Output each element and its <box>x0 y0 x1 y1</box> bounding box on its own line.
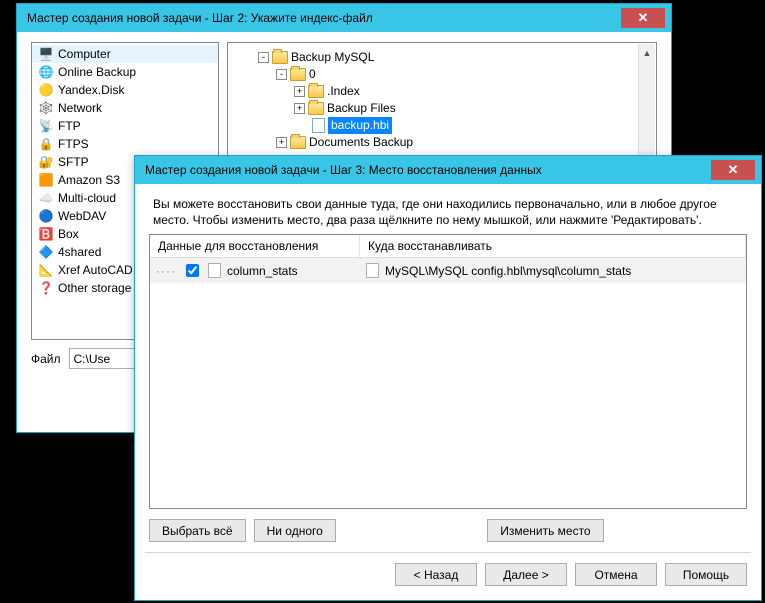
storage-item-yandex-disk[interactable]: 🟡 Yandex.Disk <box>32 81 218 99</box>
storage-label: Network <box>58 101 102 115</box>
tree-label-selected: backup.hbi <box>328 117 392 134</box>
storage-label: Amazon S3 <box>58 173 120 187</box>
storage-label: FTPS <box>58 137 89 151</box>
s3-icon: 🟧 <box>38 172 54 188</box>
cancel-button[interactable]: Отмена <box>575 563 657 586</box>
step2-title: Мастер создания новой задачи - Шаг 2: Ук… <box>27 11 621 25</box>
storage-item-online-backup[interactable]: 🌐 Online Backup <box>32 63 218 81</box>
tree-label: 0 <box>309 66 316 83</box>
expand-toggle-icon[interactable]: + <box>276 137 287 148</box>
row-name: column_stats <box>227 264 298 278</box>
storage-label: FTP <box>58 119 81 133</box>
folder-icon <box>290 136 306 149</box>
storage-item-network[interactable]: 🕸️ Network <box>32 99 218 117</box>
online-backup-icon: 🌐 <box>38 64 54 80</box>
4shared-icon: 🔷 <box>38 244 54 260</box>
close-icon[interactable]: ✕ <box>711 160 755 180</box>
expand-toggle-icon[interactable]: + <box>294 103 305 114</box>
expand-toggle-icon[interactable]: - <box>258 52 269 63</box>
tree-node-0[interactable]: - 0 <box>258 66 654 83</box>
storage-item-computer[interactable]: 🖥️ Computer <box>32 45 218 63</box>
storage-label: Multi-cloud <box>58 191 116 205</box>
tree-label: Backup MySQL <box>291 49 374 66</box>
tree-label: .Index <box>327 83 360 100</box>
storage-item-ftp[interactable]: 📡 FTP <box>32 117 218 135</box>
tree-node-backup-files[interactable]: + Backup Files <box>258 100 654 117</box>
sftp-icon: 🔐 <box>38 154 54 170</box>
folder-icon <box>272 51 288 64</box>
webdav-icon: 🔵 <box>38 208 54 224</box>
ftps-icon: 🔒 <box>38 136 54 152</box>
expand-toggle-icon[interactable]: + <box>294 86 305 97</box>
divider <box>145 552 751 553</box>
select-none-button[interactable]: Ни одного <box>254 519 336 542</box>
restore-grid: Данные для восстановления Куда восстанав… <box>149 234 747 509</box>
page-icon <box>208 263 221 278</box>
storage-label: Box <box>58 227 79 241</box>
tree-label: Documents Backup <box>309 134 413 151</box>
table-row[interactable]: ···· column_stats MySQL\MySQL config.hbl… <box>150 258 746 283</box>
scroll-up-icon[interactable]: ▲ <box>639 44 655 61</box>
back-button[interactable]: < Назад <box>395 563 477 586</box>
tree-node-backup-mysql[interactable]: - Backup MySQL <box>258 49 654 66</box>
grid-header: Данные для восстановления Куда восстанав… <box>150 235 746 258</box>
col-data[interactable]: Данные для восстановления <box>150 235 360 257</box>
folder-icon <box>290 68 306 81</box>
help-button[interactable]: Помощь <box>665 563 747 586</box>
step3-hint: Вы можете восстановить свои данные туда,… <box>153 196 743 228</box>
close-icon[interactable]: ✕ <box>621 8 665 28</box>
change-dest-button[interactable]: Изменить место <box>487 519 603 542</box>
storage-label: WebDAV <box>58 209 106 223</box>
row-checkbox[interactable] <box>186 264 199 277</box>
ftp-icon: 📡 <box>38 118 54 134</box>
folder-tree[interactable]: - Backup MySQL - 0 + .Index <box>228 45 656 155</box>
storage-label: Online Backup <box>58 65 136 79</box>
wizard-step3-window: Мастер создания новой задачи - Шаг 3: Ме… <box>134 155 762 601</box>
other-icon: ❓ <box>38 280 54 296</box>
tree-dots-icon: ···· <box>156 264 176 278</box>
folder-icon <box>308 102 324 115</box>
box-icon: 🅱️ <box>38 226 54 242</box>
network-icon: 🕸️ <box>38 100 54 116</box>
step2-titlebar[interactable]: Мастер создания новой задачи - Шаг 2: Ук… <box>17 4 671 32</box>
file-icon <box>312 118 325 133</box>
tree-node-backup-hbi[interactable]: backup.hbi <box>258 117 654 134</box>
storage-label: SFTP <box>58 155 89 169</box>
expand-toggle-icon[interactable]: - <box>276 69 287 80</box>
storage-label: Xref AutoCAD t <box>58 263 139 277</box>
computer-icon: 🖥️ <box>38 46 54 62</box>
storage-label: Computer <box>58 47 111 61</box>
file-path-label: Файл <box>31 352 61 366</box>
xref-icon: 📐 <box>38 262 54 278</box>
step3-title: Мастер создания новой задачи - Шаг 3: Ме… <box>145 163 711 177</box>
step3-titlebar[interactable]: Мастер создания новой задачи - Шаг 3: Ме… <box>135 156 761 184</box>
next-button[interactable]: Далее > <box>485 563 567 586</box>
tree-label: Backup Files <box>327 100 396 117</box>
row-dest: MySQL\MySQL config.hbl\mysql\column_stat… <box>385 264 631 278</box>
page-icon <box>366 263 379 278</box>
tree-node-index[interactable]: + .Index <box>258 83 654 100</box>
col-dest[interactable]: Куда восстанавливать <box>360 235 746 257</box>
storage-label: 4shared <box>58 245 101 259</box>
storage-item-ftps[interactable]: 🔒 FTPS <box>32 135 218 153</box>
tree-node-documents-backup[interactable]: + Documents Backup <box>258 134 654 151</box>
yandex-disk-icon: 🟡 <box>38 82 54 98</box>
folder-icon <box>308 85 324 98</box>
storage-label: Yandex.Disk <box>58 83 124 97</box>
select-all-button[interactable]: Выбрать всё <box>149 519 246 542</box>
storage-label: Other storage p <box>58 281 141 295</box>
multicloud-icon: ☁️ <box>38 190 54 206</box>
